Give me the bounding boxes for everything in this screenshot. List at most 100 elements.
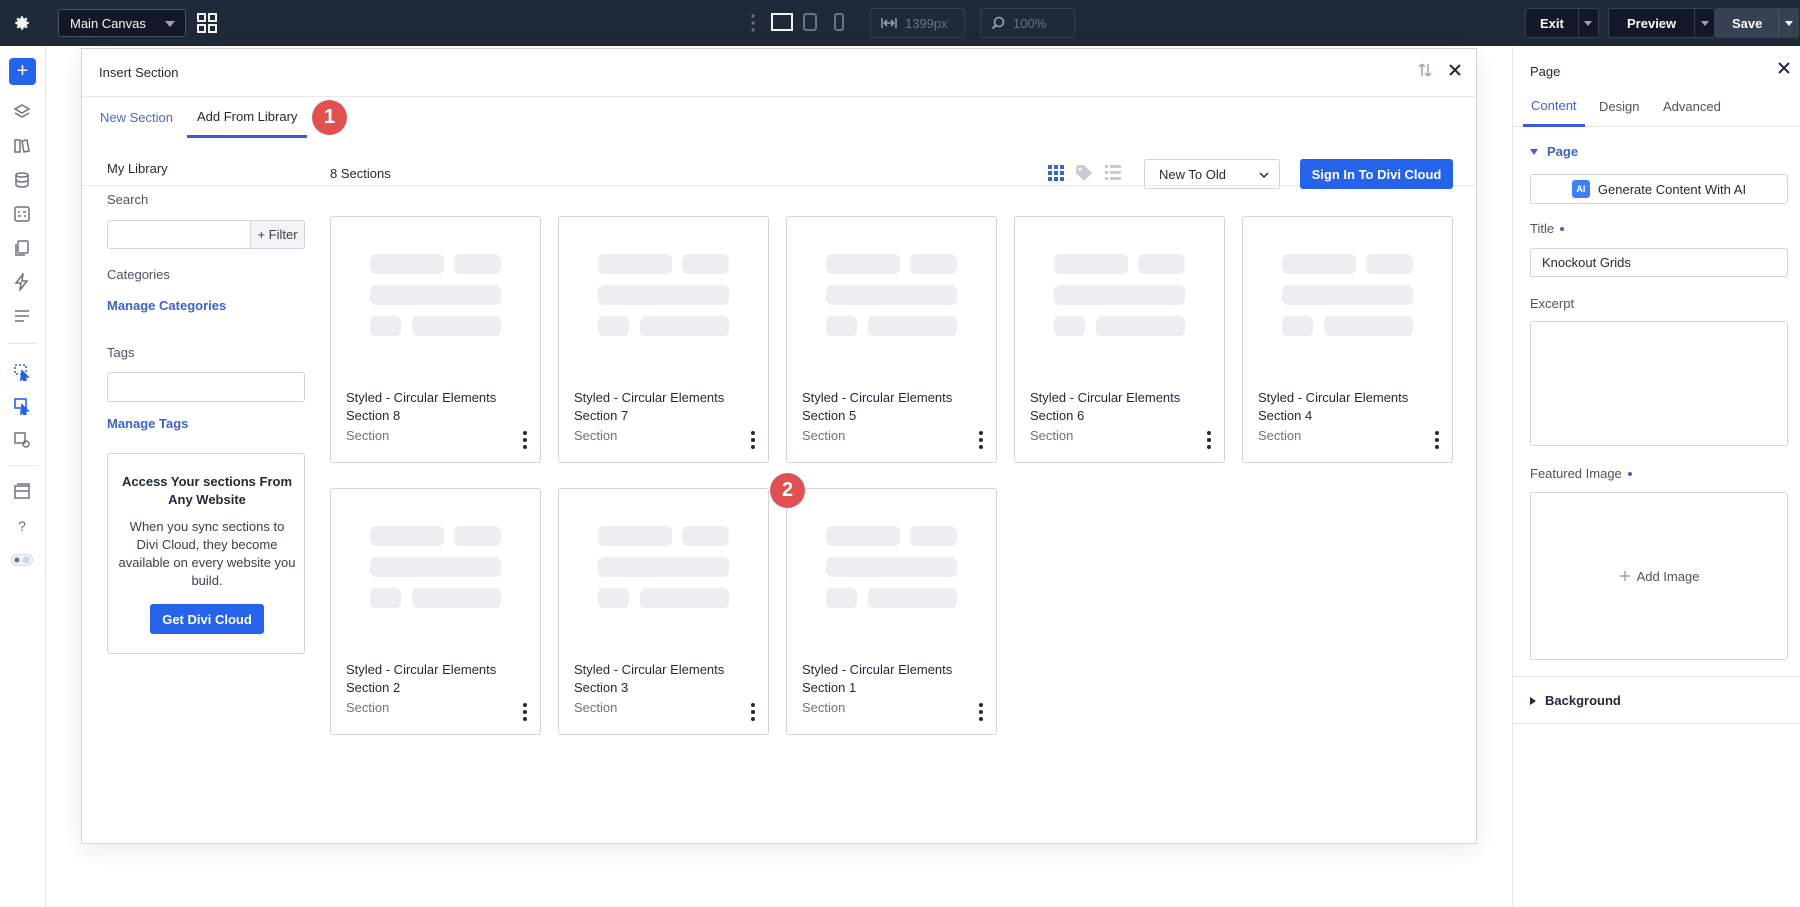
add-image-button[interactable]: Add Image <box>1530 492 1788 660</box>
exit-button[interactable]: Exit <box>1525 8 1599 38</box>
tab-add-from-library[interactable]: Add From Library <box>187 97 308 138</box>
more-vertical-icon[interactable] <box>522 431 528 449</box>
close-icon[interactable] <box>1776 60 1792 81</box>
help-icon[interactable]: ? <box>11 515 33 537</box>
more-vertical-icon[interactable] <box>978 703 984 721</box>
background-section-toggle[interactable]: Background <box>1530 693 1621 708</box>
caret-down-icon <box>1530 148 1538 155</box>
save-dropdown-icon[interactable] <box>1778 9 1798 37</box>
chevron-down-icon <box>165 21 175 27</box>
preview-placeholder <box>682 254 729 274</box>
excerpt-field[interactable] <box>1530 321 1788 446</box>
more-vertical-icon[interactable] <box>1434 431 1440 449</box>
tag-icon[interactable] <box>1075 164 1095 187</box>
zoom-field[interactable]: 100% <box>980 8 1075 38</box>
title-field[interactable]: Knockout Grids <box>1530 248 1788 277</box>
width-arrows-icon <box>881 18 897 28</box>
desktop-view-icon[interactable] <box>771 13 793 36</box>
card-title: Styled - Circular Elements Section 6 <box>1030 390 1181 423</box>
more-vertical-icon[interactable] <box>750 431 756 449</box>
database-icon[interactable] <box>11 169 33 191</box>
preview-placeholder <box>1138 254 1185 274</box>
more-vertical-icon[interactable] <box>1206 431 1212 449</box>
insert-row-icon[interactable] <box>11 395 33 417</box>
save-button[interactable]: Save <box>1715 8 1800 38</box>
ai-button-label: Generate Content With AI <box>1597 181 1747 197</box>
phone-view-icon[interactable] <box>834 13 844 36</box>
preview-placeholder <box>826 254 900 274</box>
lightning-icon[interactable] <box>11 271 33 293</box>
library-card[interactable]: Styled - Circular Elements Section 7 Sec… <box>558 216 769 463</box>
preview-placeholder <box>826 526 900 546</box>
tab-advanced[interactable]: Advanced <box>1663 86 1721 127</box>
manage-tags-link[interactable]: Manage Tags <box>107 416 188 431</box>
canvas-select-value: Main Canvas <box>70 15 146 31</box>
insert-section-icon[interactable] <box>11 361 33 383</box>
layouts-icon[interactable] <box>11 480 33 502</box>
preview-button[interactable]: Preview <box>1608 8 1716 38</box>
promo-title: Access Your sections From Any Website <box>121 474 293 507</box>
tablet-view-icon[interactable] <box>803 13 817 36</box>
preview-placeholder <box>370 254 444 274</box>
insert-module-icon[interactable] <box>11 429 33 451</box>
tab-new-section[interactable]: New Section <box>100 97 173 138</box>
dot-icon <box>1560 226 1565 231</box>
library-card[interactable]: Styled - Circular Elements Section 2 Sec… <box>330 488 541 735</box>
library-search-input[interactable]: + Filter <box>107 220 305 249</box>
close-icon[interactable] <box>1446 61 1464 84</box>
chevron-down-icon <box>1259 172 1269 179</box>
add-icon[interactable]: + <box>9 58 36 85</box>
list-view-icon[interactable] <box>1104 164 1122 187</box>
get-divi-cloud-button[interactable]: Get Divi Cloud <box>150 604 264 634</box>
card-type: Section <box>346 428 390 443</box>
preview-dropdown-icon[interactable] <box>1694 9 1714 37</box>
top-toolbar: Main Canvas 1399px 100% Exit Preview Sav… <box>0 0 1800 46</box>
grid-layout-icon[interactable] <box>197 13 217 33</box>
layers-icon[interactable] <box>11 101 33 123</box>
list-icon[interactable] <box>11 305 33 327</box>
library-card[interactable]: Styled - Circular Elements Section 6 Sec… <box>1014 216 1225 463</box>
canvas-select[interactable]: Main Canvas <box>58 9 186 37</box>
preview-placeholder <box>1282 316 1313 336</box>
library-card[interactable]: Styled - Circular Elements Section 4 Sec… <box>1242 216 1453 463</box>
more-vertical-icon[interactable] <box>522 703 528 721</box>
tab-content[interactable]: Content <box>1523 86 1585 127</box>
manage-categories-link[interactable]: Manage Categories <box>107 298 226 313</box>
preview-placeholder <box>682 526 729 546</box>
page-section-toggle[interactable]: Page <box>1530 144 1578 159</box>
canvas-width-field[interactable]: 1399px <box>870 8 965 38</box>
toggle-icon[interactable] <box>11 549 33 571</box>
preview-placeholder <box>826 588 857 608</box>
generate-content-ai-button[interactable]: AI Generate Content With AI <box>1530 174 1788 204</box>
preview-placeholder <box>598 316 629 336</box>
library-card[interactable]: Styled - Circular Elements Section 5 Sec… <box>786 216 997 463</box>
library-card[interactable]: Styled - Circular Elements Section 3 Sec… <box>558 488 769 735</box>
exit-dropdown-icon[interactable] <box>1577 9 1598 37</box>
card-type: Section <box>802 428 846 443</box>
sort-order-select[interactable]: New To Old <box>1144 159 1280 189</box>
gear-icon[interactable] <box>10 11 34 35</box>
sign-in-divi-cloud-button[interactable]: Sign In To Divi Cloud <box>1300 159 1453 189</box>
tags-input[interactable] <box>107 372 305 402</box>
preview-placeholder <box>910 254 957 274</box>
more-vertical-icon[interactable] <box>750 703 756 721</box>
more-vertical-icon[interactable] <box>750 13 756 38</box>
library-icon[interactable] <box>11 135 33 157</box>
modal-title: Insert Section <box>99 65 179 80</box>
sign-in-label: Sign In To Divi Cloud <box>1311 166 1442 182</box>
pages-icon[interactable] <box>11 237 33 259</box>
tab-design[interactable]: Design <box>1599 86 1639 127</box>
library-card[interactable]: Styled - Circular Elements Section 1 Sec… <box>786 488 997 735</box>
card-title: Styled - Circular Elements Section 8 <box>346 390 497 423</box>
card-title: Styled - Circular Elements Section 2 <box>346 662 497 695</box>
grid-view-icon[interactable] <box>1047 164 1065 187</box>
section-count: 8 Sections <box>330 166 391 181</box>
panel-divider <box>1513 723 1800 724</box>
library-card[interactable]: Styled - Circular Elements Section 8 Sec… <box>330 216 541 463</box>
categories-label: Categories <box>107 267 170 282</box>
filter-button[interactable]: + Filter <box>250 221 304 248</box>
tags-label: Tags <box>107 345 135 360</box>
form-icon[interactable] <box>11 203 33 225</box>
more-vertical-icon[interactable] <box>978 431 984 449</box>
sort-arrows-icon[interactable] <box>1418 62 1432 83</box>
